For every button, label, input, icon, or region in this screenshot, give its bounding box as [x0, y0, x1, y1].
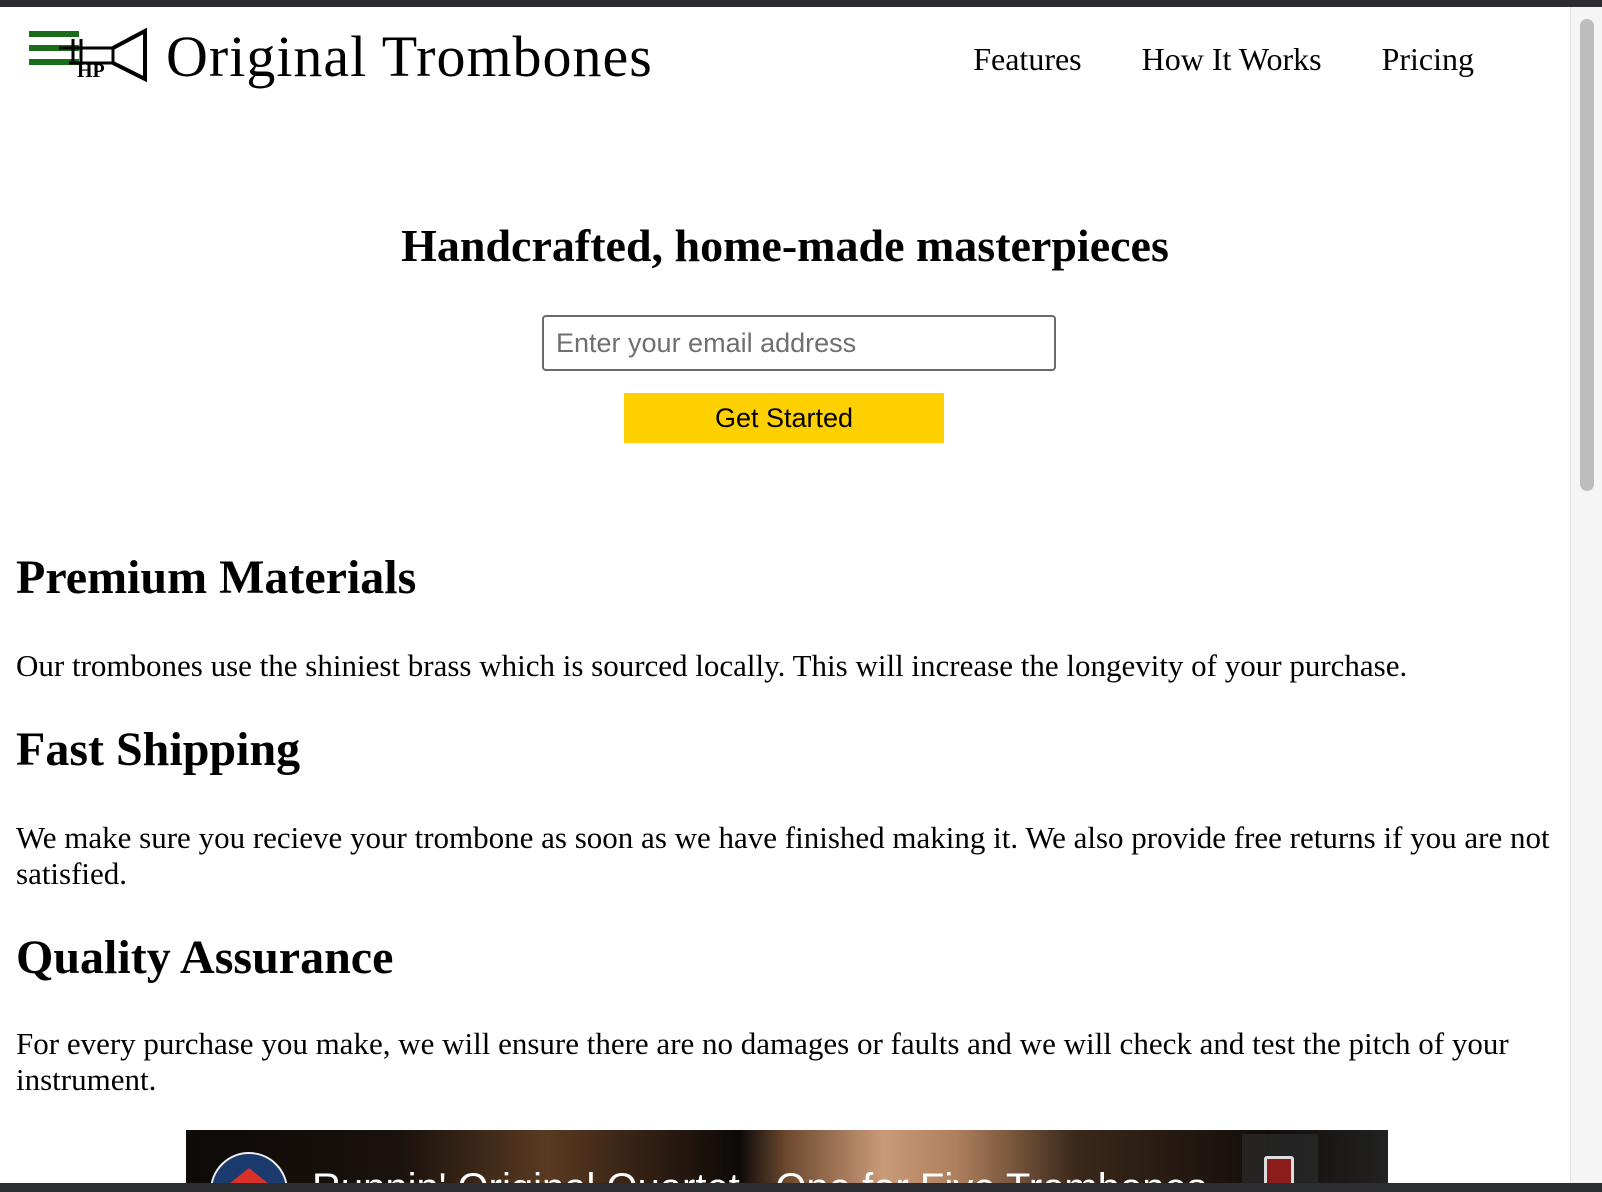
feature-text-premium-materials: Our trombones use the shiniest brass whi…	[16, 648, 1408, 683]
nav-link-how-it-works[interactable]: How It Works	[1142, 37, 1322, 81]
feature-heading-fast-shipping: Fast Shipping	[16, 723, 301, 776]
trombone-logo-icon[interactable]: HP	[29, 27, 151, 83]
page-scrollbar[interactable]	[1570, 7, 1602, 1183]
browser-top-edge	[0, 0, 1602, 7]
site-header: HP Original Trombones Features How It Wo…	[0, 7, 1570, 107]
get-started-button[interactable]: Get Started	[624, 393, 944, 443]
feature-text-quality-assurance: For every purchase you make, we will ens…	[16, 1026, 1509, 1097]
browser-bottom-edge	[0, 1183, 1602, 1192]
hero-title: Handcrafted, home-made masterpieces	[401, 220, 1169, 271]
scrollbar-thumb[interactable]	[1580, 19, 1594, 491]
brand-name: Original Trombones	[166, 24, 653, 89]
svg-text:HP: HP	[77, 60, 105, 82]
email-input[interactable]	[542, 315, 1056, 371]
feature-text-fast-shipping: We make sure you recieve your trombone a…	[16, 820, 1550, 891]
feature-heading-quality-assurance: Quality Assurance	[16, 931, 394, 984]
nav-link-pricing[interactable]: Pricing	[1382, 37, 1474, 81]
feature-heading-premium-materials: Premium Materials	[16, 551, 417, 604]
nav-link-features[interactable]: Features	[973, 37, 1081, 81]
main-nav: Features How It Works Pricing	[973, 37, 1474, 81]
